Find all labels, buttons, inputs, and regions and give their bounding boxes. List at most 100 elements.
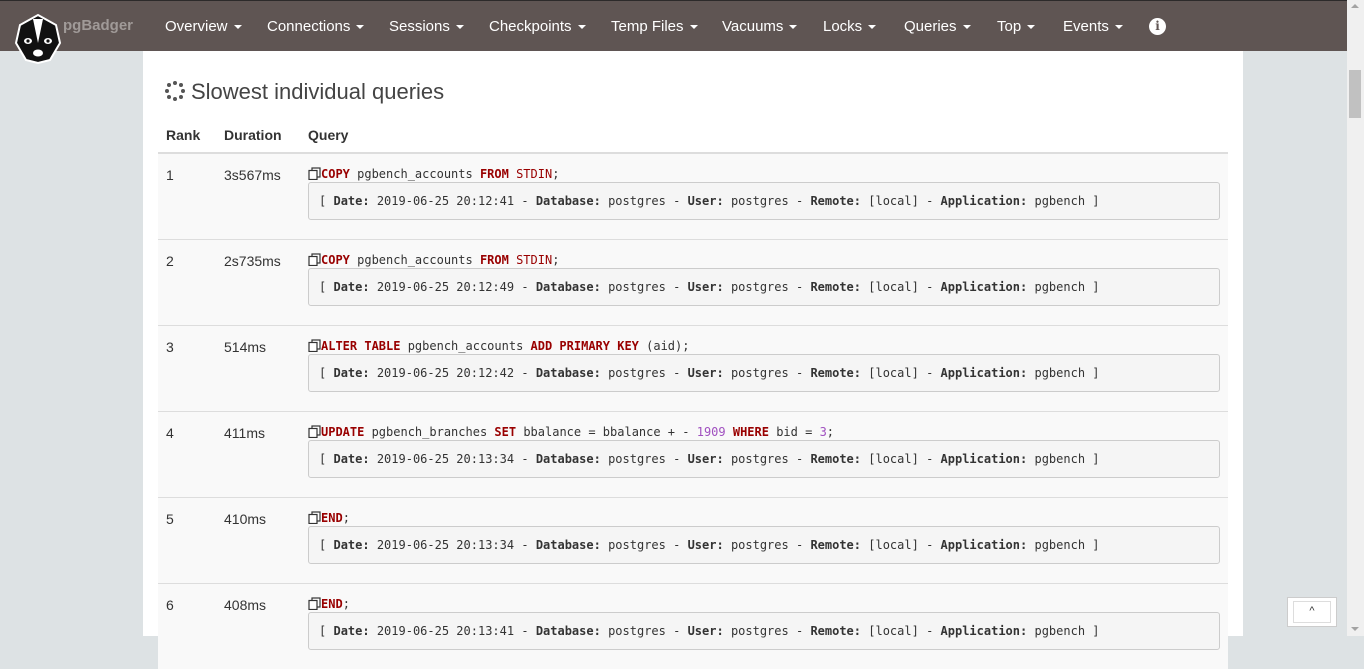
query-token: ;	[552, 167, 560, 181]
nav-item-label: Sessions	[389, 18, 450, 35]
rank-cell: 4	[166, 425, 174, 441]
meta-value: pgbench	[1034, 538, 1086, 552]
copy-icon[interactable]	[308, 339, 321, 352]
query-token: ALTER TABLE	[321, 339, 401, 353]
nav-item-top[interactable]: Top	[997, 18, 1036, 35]
meta-label: Remote:	[810, 280, 862, 294]
meta-value: [	[319, 280, 327, 294]
badger-logo[interactable]	[13, 13, 63, 65]
meta-value: 2019-06-25 20:12:49	[376, 280, 515, 294]
meta-value: [	[319, 452, 327, 466]
meta-value: [local]	[868, 452, 919, 466]
query-details: [ Date: 2019-06-25 20:13:34 - Database: …	[308, 526, 1220, 564]
query-token: END	[321, 597, 343, 611]
nav-item-label: Queries	[904, 18, 957, 35]
meta-value: -	[926, 280, 934, 294]
nav-item-overview[interactable]: Overview	[165, 18, 242, 35]
scroll-thumb[interactable]	[1349, 70, 1361, 118]
meta-value: ]	[1092, 280, 1100, 294]
query-token: COPY	[321, 167, 350, 181]
nav-item-label: Temp Files	[611, 18, 684, 35]
meta-label: User:	[687, 452, 724, 466]
query-token: FROM	[479, 167, 509, 181]
nav-item-queries[interactable]: Queries	[904, 18, 971, 35]
meta-value: [local]	[868, 280, 919, 294]
nav-item-sessions[interactable]: Sessions	[389, 18, 464, 35]
top-navbar: pgBadger Overview Connections Sessions Chec…	[0, 0, 1347, 51]
meta-label: Application:	[940, 366, 1028, 380]
meta-value: ]	[1092, 194, 1100, 208]
meta-value: postgres	[608, 452, 666, 466]
copy-icon[interactable]	[308, 425, 321, 438]
query-token: 1909	[696, 425, 726, 439]
info-icon[interactable]: i	[1149, 18, 1166, 35]
query-token: STDIN	[508, 253, 553, 267]
caret-down-icon	[962, 25, 971, 30]
meta-value: postgres	[730, 280, 789, 294]
copy-icon[interactable]	[308, 253, 321, 266]
table-row: 2 2s735ms COPY pgbench_accounts FROM STDIN…	[158, 239, 1228, 325]
meta-value: ]	[1092, 538, 1100, 552]
meta-value: [	[319, 366, 327, 380]
duration-cell: 410ms	[224, 511, 267, 527]
caret-down-icon	[1114, 25, 1123, 30]
caret-down-icon	[233, 25, 242, 30]
nav-item-vacuums[interactable]: Vacuums	[722, 18, 798, 35]
meta-value: postgres	[608, 366, 666, 380]
query-token: FROM	[479, 253, 509, 267]
scroll-up-arrow-icon[interactable]	[1351, 4, 1359, 8]
meta-label: Database:	[535, 280, 601, 294]
copy-icon[interactable]	[308, 167, 321, 180]
meta-value: -	[673, 452, 681, 466]
meta-value: -	[521, 538, 529, 552]
meta-value: postgres	[730, 538, 789, 552]
rank-cell: 2	[166, 253, 174, 269]
rank-cell: 3	[166, 339, 174, 355]
meta-value: -	[795, 366, 804, 380]
caret-down-icon	[868, 25, 877, 30]
nav-item-temp-files[interactable]: Temp Files	[611, 18, 698, 35]
meta-value: -	[795, 194, 804, 208]
meta-value: -	[673, 366, 681, 380]
duration-cell: 2s735ms	[224, 253, 281, 269]
meta-label: User:	[687, 280, 724, 294]
table-row: 1 3s567ms COPY pgbench_accounts FROM STDIN…	[158, 153, 1228, 239]
query-text: COPY pgbench_accounts FROM STDIN;	[308, 167, 559, 181]
meta-value: postgres	[730, 366, 789, 380]
nav-item-events[interactable]: Events	[1063, 18, 1123, 35]
caret-down-icon	[455, 25, 464, 30]
meta-value: -	[521, 280, 529, 294]
nav-item-connections[interactable]: Connections	[267, 18, 365, 35]
scroll-down-arrow-icon[interactable]	[1351, 627, 1359, 631]
meta-value: -	[521, 366, 529, 380]
meta-label: Application:	[940, 280, 1028, 294]
nav-item-locks[interactable]: Locks	[823, 18, 877, 35]
query-token: ;	[552, 253, 560, 267]
duration-cell: 408ms	[224, 597, 267, 613]
query-text: END;	[308, 597, 350, 611]
meta-value: postgres	[608, 194, 666, 208]
nav-item-label: Locks	[823, 18, 863, 35]
query-token: ;	[826, 425, 835, 439]
back-to-top-button[interactable]: ^	[1287, 597, 1337, 627]
query-token: STDIN	[508, 167, 553, 181]
caret-down-icon	[356, 25, 365, 30]
meta-label: Remote:	[810, 452, 862, 466]
copy-icon[interactable]	[308, 597, 321, 610]
rank-cell: 1	[166, 167, 174, 183]
meta-value: -	[521, 452, 529, 466]
nav-item-checkpoints[interactable]: Checkpoints	[489, 18, 586, 35]
meta-value: -	[673, 194, 681, 208]
vertical-scrollbar[interactable]	[1347, 0, 1364, 636]
query-text: UPDATE pgbench_branches SET bbalance = b…	[308, 425, 834, 439]
query-token: WHERE	[732, 425, 769, 439]
query-token: pgbench_accounts	[349, 167, 480, 181]
copy-icon[interactable]	[308, 511, 321, 524]
table-row: 5 410ms END;[ Date: 2019-06-25 20:13:34 - …	[158, 497, 1228, 583]
meta-value: ]	[1092, 366, 1100, 380]
rank-cell: 5	[166, 511, 174, 527]
meta-label: Application:	[940, 194, 1028, 208]
brand-name[interactable]: pgBadger	[63, 17, 133, 34]
meta-label: User:	[687, 538, 724, 552]
meta-value: [	[319, 194, 327, 208]
